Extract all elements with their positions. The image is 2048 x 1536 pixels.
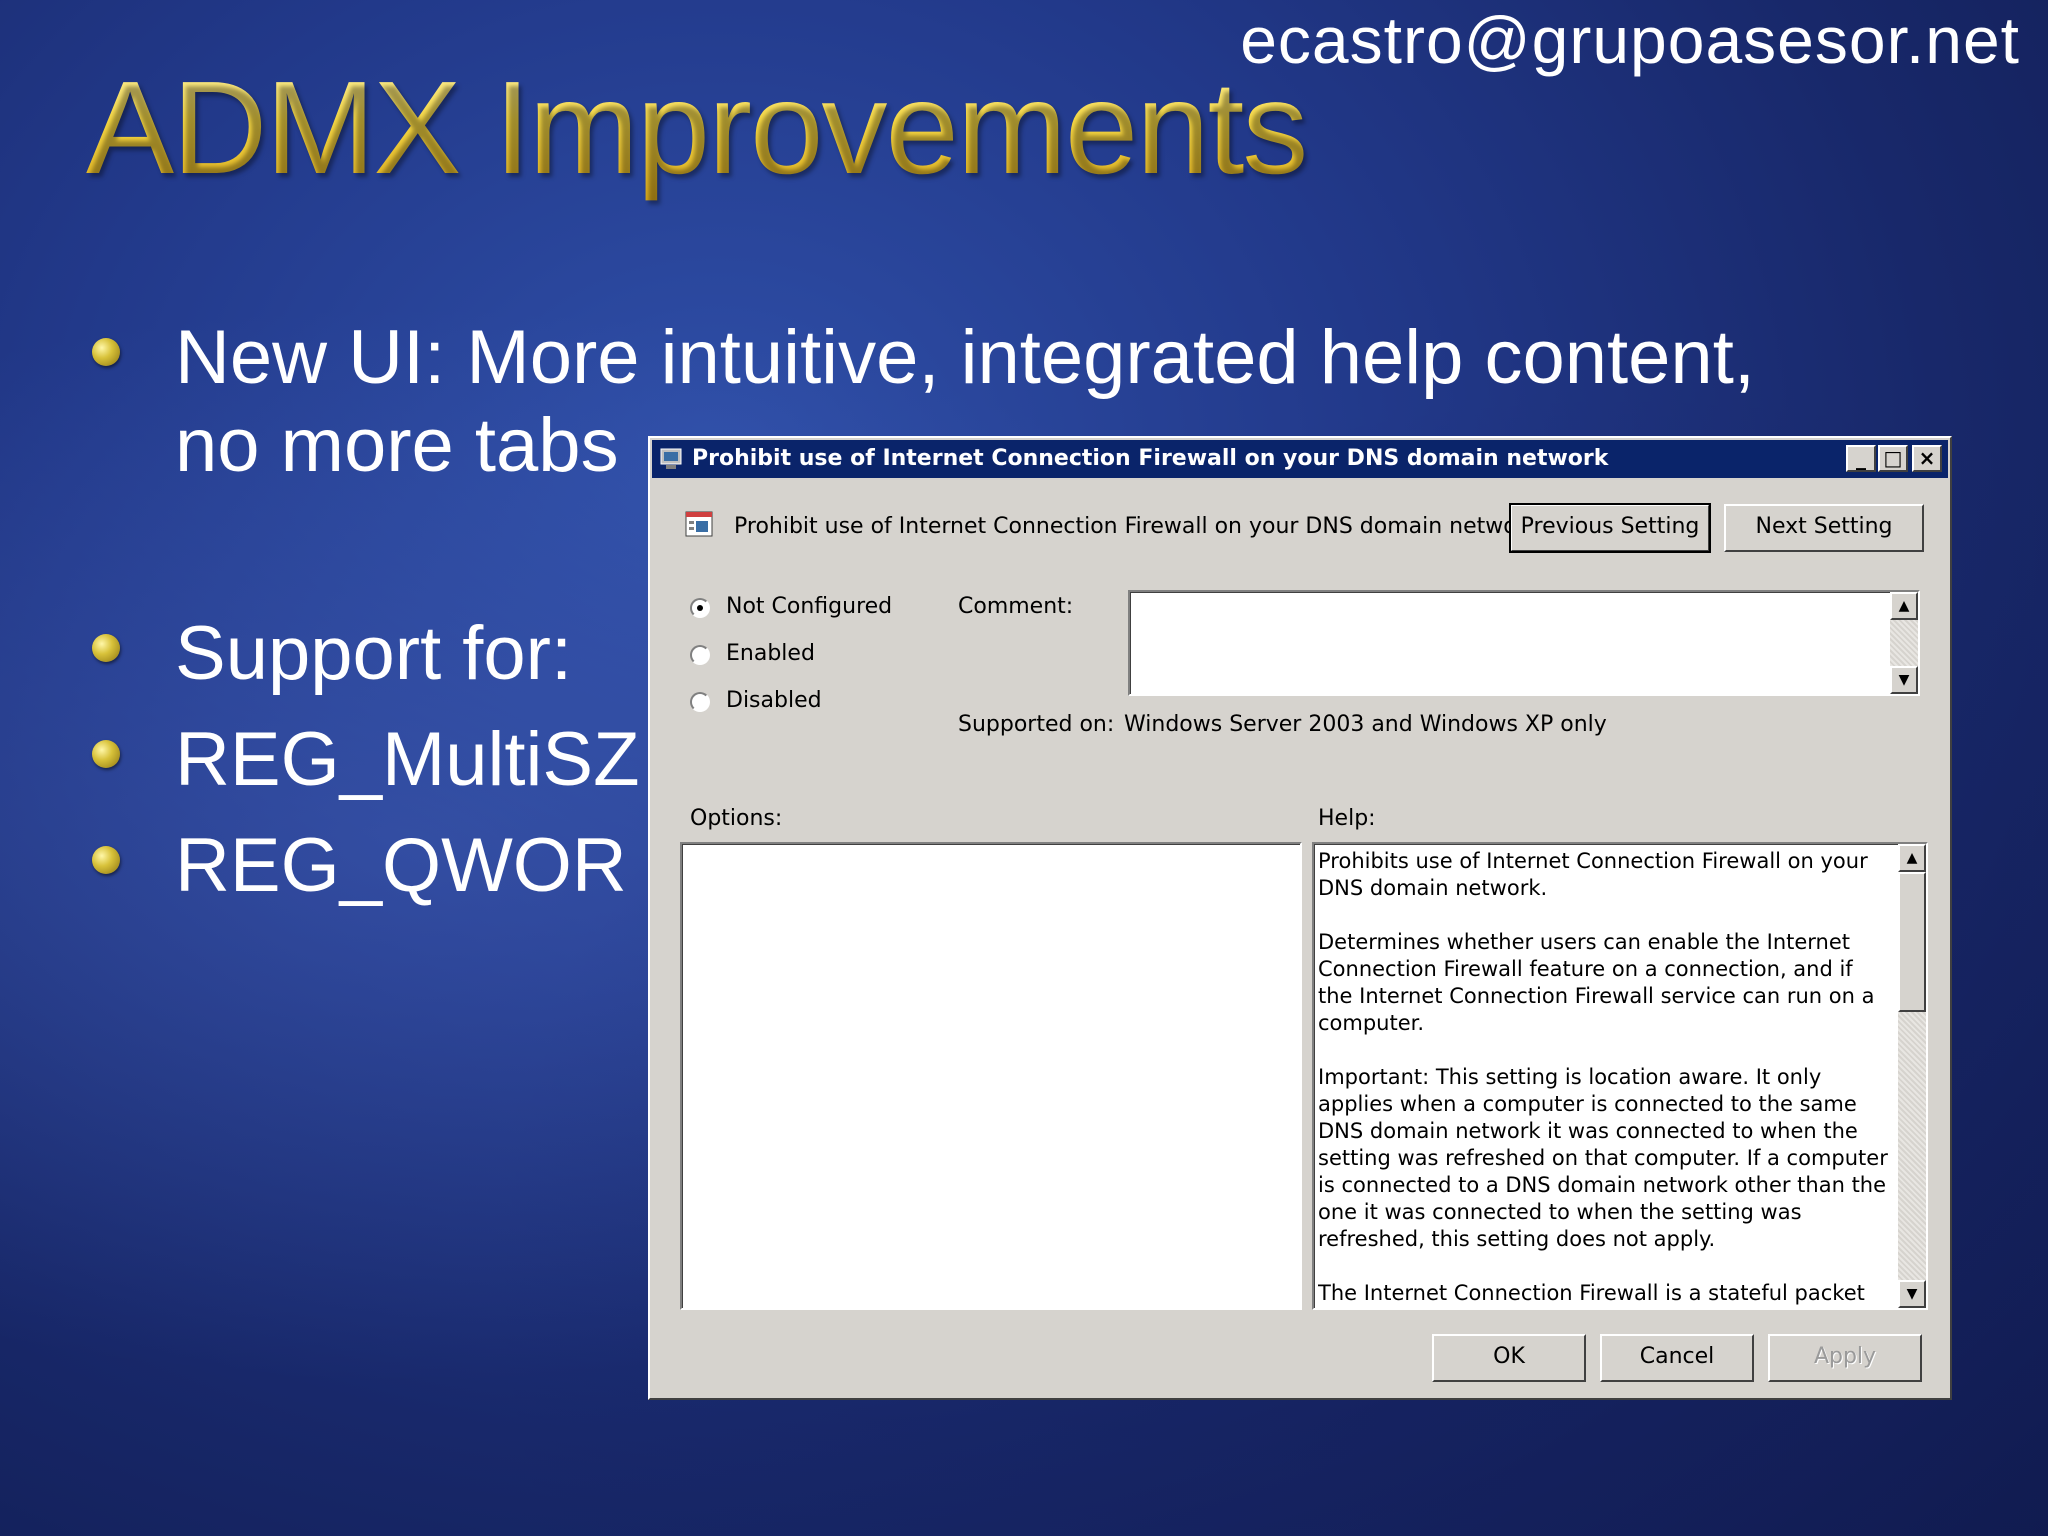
enabled-radio[interactable] xyxy=(690,645,710,665)
disabled-label[interactable]: Disabled xyxy=(726,688,822,713)
supported-on-label: Supported on: xyxy=(958,712,1115,737)
comment-label: Comment: xyxy=(958,594,1074,619)
setting-icon xyxy=(685,511,713,537)
previous-setting-button[interactable]: Previous Setting xyxy=(1509,503,1711,553)
bullet-text-continuation: no more tabs xyxy=(175,403,619,488)
not-configured-radio[interactable] xyxy=(690,598,710,618)
minimize-button[interactable]: _ xyxy=(1846,445,1876,472)
policy-icon xyxy=(660,448,682,469)
dialog-title: Prohibit use of Internet Connection Fire… xyxy=(692,446,1609,471)
disabled-radio[interactable] xyxy=(690,692,710,712)
presenter-email: ecastro@grupoasesor.net xyxy=(1240,3,2020,77)
help-scrollbar[interactable]: ▲ ▼ xyxy=(1898,844,1926,1308)
supported-on-value: Windows Server 2003 and Windows XP only xyxy=(1124,712,1607,737)
maximize-button[interactable]: □ xyxy=(1878,445,1908,472)
close-button[interactable]: × xyxy=(1912,445,1942,472)
not-configured-label[interactable]: Not Configured xyxy=(726,594,892,619)
bullet-text: Support for: xyxy=(175,611,573,696)
bullet-text: REG_MultiSZ xyxy=(175,717,640,802)
options-label: Options: xyxy=(690,806,783,831)
options-panel[interactable] xyxy=(680,842,1302,1310)
setting-name: Prohibit use of Internet Connection Fire… xyxy=(734,514,1539,539)
help-label: Help: xyxy=(1318,806,1376,831)
policy-setting-dialog: Prohibit use of Internet Connection Fire… xyxy=(648,436,1952,1400)
bullet-text: New UI: More intuitive, integrated help … xyxy=(175,315,1755,400)
comment-scrollbar[interactable]: ▲ ▼ xyxy=(1890,592,1918,694)
comment-field[interactable]: ▲ ▼ xyxy=(1128,590,1920,696)
help-text: Prohibits use of Internet Connection Fir… xyxy=(1318,849,1888,1305)
bullet-text: REG_QWOR xyxy=(175,823,627,908)
enabled-label[interactable]: Enabled xyxy=(726,641,815,666)
bullet-icon xyxy=(92,846,120,874)
scroll-up-icon[interactable]: ▲ xyxy=(1890,592,1918,620)
scroll-thumb[interactable] xyxy=(1898,872,1926,1012)
next-setting-button[interactable]: Next Setting xyxy=(1724,504,1924,552)
scroll-down-icon[interactable]: ▼ xyxy=(1890,666,1918,694)
bullet-icon xyxy=(92,338,120,366)
help-panel[interactable]: Prohibits use of Internet Connection Fir… xyxy=(1312,842,1928,1310)
bullet-icon xyxy=(92,740,120,768)
scroll-up-icon[interactable]: ▲ xyxy=(1898,844,1926,872)
cancel-button[interactable]: Cancel xyxy=(1600,1334,1754,1382)
ok-button[interactable]: OK xyxy=(1432,1334,1586,1382)
slide-title: ADMX Improvements xyxy=(86,54,1308,201)
apply-button[interactable]: Apply xyxy=(1768,1334,1922,1382)
bullet-icon xyxy=(92,634,120,662)
scroll-down-icon[interactable]: ▼ xyxy=(1898,1280,1926,1308)
dialog-titlebar[interactable]: Prohibit use of Internet Connection Fire… xyxy=(652,440,1948,478)
